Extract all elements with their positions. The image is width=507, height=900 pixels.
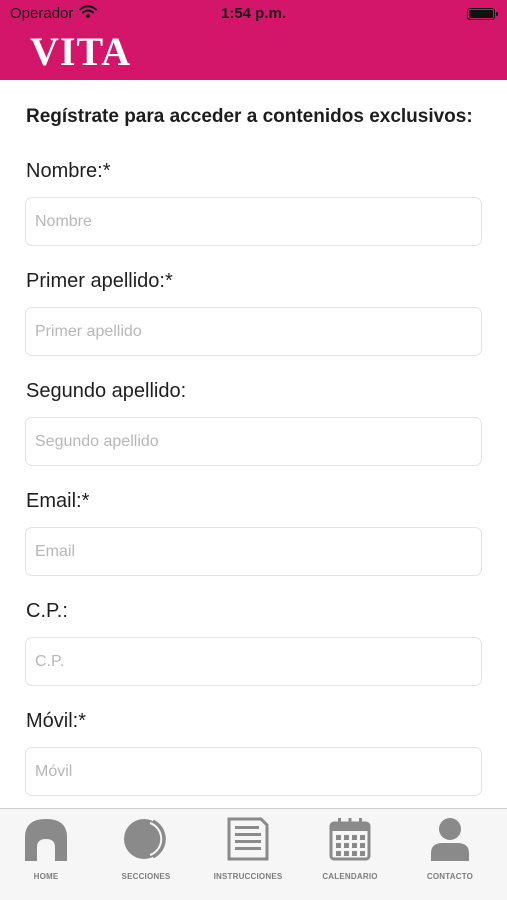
primer-apellido-input[interactable] bbox=[25, 307, 482, 356]
tab-contacto-label: CONTACTO bbox=[426, 872, 474, 881]
document-icon bbox=[208, 817, 288, 866]
tab-instrucciones[interactable]: INSTRUCCIONES bbox=[208, 817, 288, 889]
battery-icon bbox=[467, 8, 498, 20]
tab-secciones-label: SECCIONES bbox=[121, 872, 171, 881]
tab-calendario-label: CALENDARIO bbox=[322, 872, 378, 881]
segundo-apellido-label: Segundo apellido: bbox=[26, 380, 187, 402]
tab-instrucciones-label: INSTRUCCIONES bbox=[213, 872, 283, 881]
nombre-label: Nombre:* bbox=[26, 160, 111, 182]
tab-secciones[interactable]: SECCIONES bbox=[106, 817, 186, 889]
home-icon bbox=[6, 817, 86, 866]
brand-logo: VITA bbox=[30, 29, 132, 74]
postal-code-input[interactable] bbox=[25, 637, 482, 686]
movil-label: Móvil:* bbox=[26, 710, 87, 732]
primer-apellido-label: Primer apellido:* bbox=[26, 270, 173, 292]
segundo-apellido-input[interactable] bbox=[25, 417, 482, 466]
email-input[interactable] bbox=[25, 527, 482, 576]
app-header: Operador 1:54 p.m. VITA bbox=[0, 0, 507, 80]
status-time: 1:54 p.m. bbox=[220, 5, 287, 22]
tab-contacto[interactable]: CONTACTO bbox=[410, 817, 490, 889]
postal-code-label: C.P.: bbox=[26, 600, 68, 622]
tab-bar: HOME SECCIONES INSTRUCCIONES CALENDARIO … bbox=[0, 808, 507, 900]
email-label: Email:* bbox=[26, 490, 90, 512]
movil-input[interactable] bbox=[25, 747, 482, 796]
form-intro: Regístrate para acceder a contenidos exc… bbox=[26, 106, 473, 127]
nombre-input[interactable] bbox=[25, 197, 482, 246]
calendar-icon bbox=[310, 817, 390, 866]
tab-home-label: HOME bbox=[33, 872, 59, 881]
tab-calendario[interactable]: CALENDARIO bbox=[310, 817, 390, 889]
sections-icon bbox=[106, 817, 186, 866]
registration-form: Regístrate para acceder a contenidos exc… bbox=[0, 80, 507, 808]
person-icon bbox=[410, 817, 490, 866]
tab-home[interactable]: HOME bbox=[6, 817, 86, 889]
status-bar: Operador 1:54 p.m. bbox=[0, 0, 507, 26]
